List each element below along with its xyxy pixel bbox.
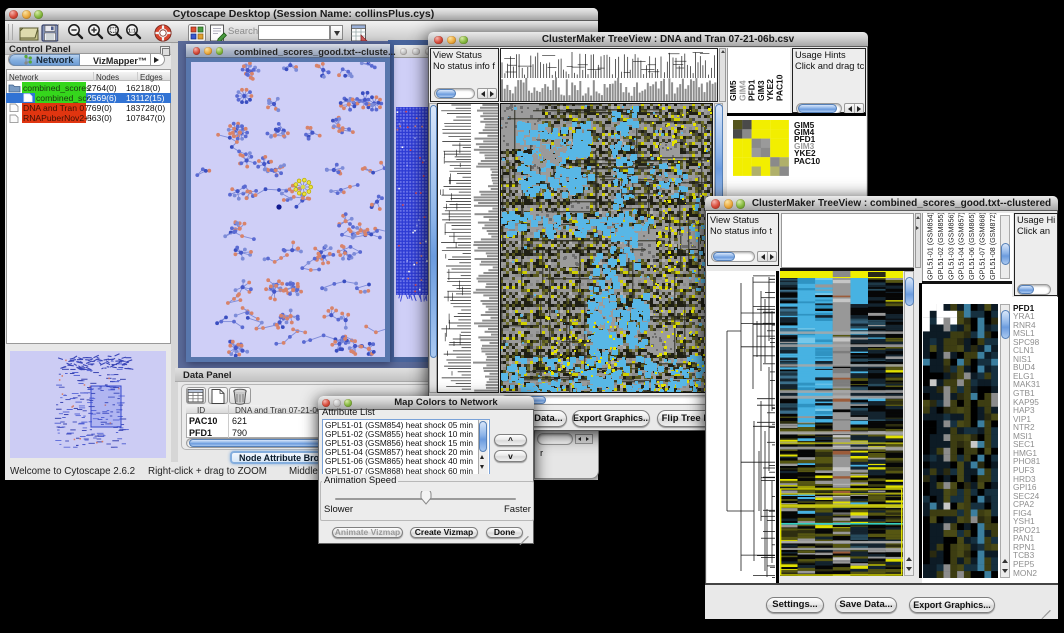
svg-text:GPL51-07 (GSM868): GPL51-07 (GSM868): [978, 213, 987, 280]
svg-text:GPL51-02 (GSM855): GPL51-02 (GSM855): [936, 213, 945, 280]
svg-text:GPL51-01 (GSM854): GPL51-01 (GSM854): [926, 213, 935, 280]
svg-text:GPL51-03 (GSM856): GPL51-03 (GSM856): [946, 213, 955, 280]
svg-text:PAC10: PAC10: [775, 74, 785, 101]
svg-text:GPL51-04 (GSM857): GPL51-04 (GSM857): [957, 213, 966, 280]
svg-text:GPL51-08 (GSM872): GPL51-08 (GSM872): [988, 213, 997, 280]
svg-text:GPL51-06 (GSM865): GPL51-06 (GSM865): [967, 213, 976, 280]
svg-text:1:1: 1:1: [128, 28, 137, 34]
